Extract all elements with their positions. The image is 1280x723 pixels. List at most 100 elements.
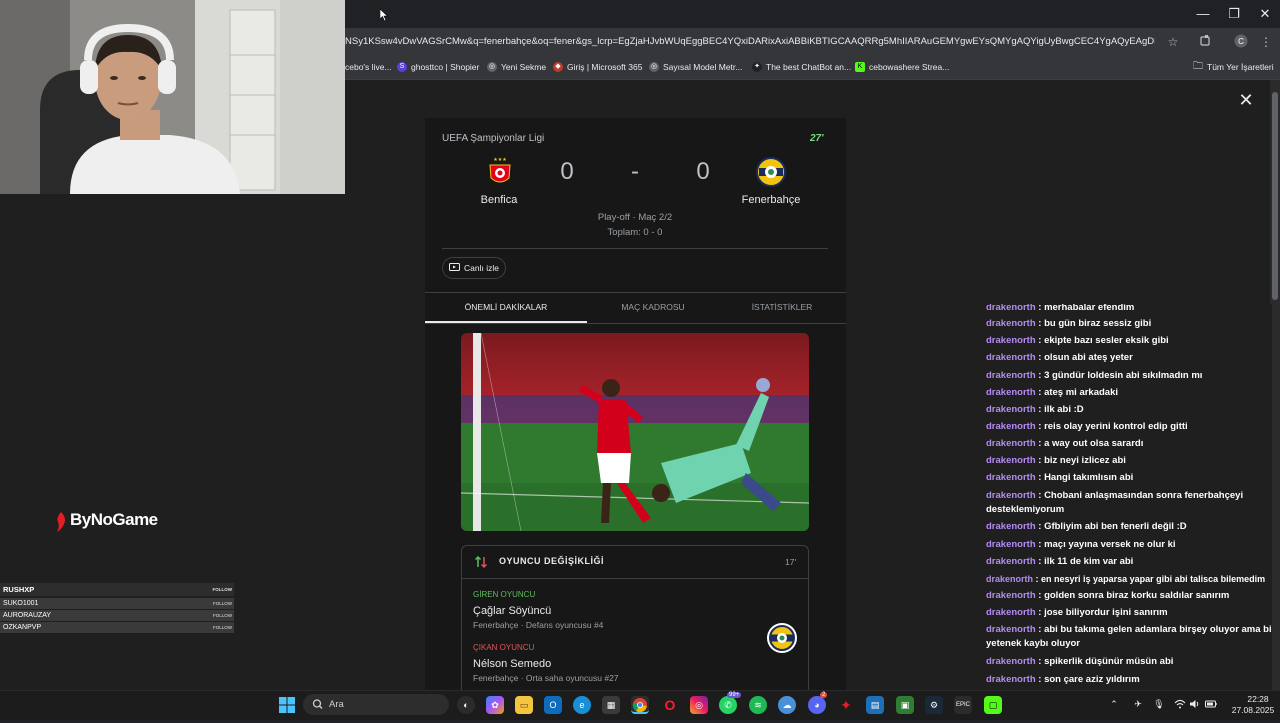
bynogame-app-icon[interactable]: ✦	[837, 696, 855, 714]
player-out-name[interactable]: Nélson Semedo	[473, 658, 551, 670]
steam-icon[interactable]: ⚙	[925, 696, 943, 714]
chat-message: drakenorth : maçı yayına versek ne olur …	[986, 538, 1272, 552]
chat-username: drakenorth	[986, 421, 1036, 432]
chat-text: : merhabalar efendim	[1038, 304, 1135, 313]
bookmark-item[interactable]: Sghosttco | Shopier	[397, 60, 479, 74]
chat-text: : Gfbliyim abi ben fenerli değil :D	[1038, 521, 1187, 532]
leaderboard-action: FOLLOW	[212, 601, 232, 606]
bookmark-label: ghosttco | Shopier	[411, 62, 480, 72]
away-team-name[interactable]: Fenerbahçe	[711, 194, 831, 206]
file-explorer-icon[interactable]: ▭	[515, 696, 533, 714]
leaderboard-name: AURORAUZAY	[3, 612, 52, 619]
extensions-icon[interactable]	[1198, 34, 1214, 50]
task-view-icon[interactable]: ◐	[457, 696, 475, 714]
minimize-button[interactable]: —	[1188, 6, 1218, 22]
copilot-icon[interactable]: ✿	[486, 696, 504, 714]
chat-message: drakenorth : ekipte bazı sesler eksik gi…	[986, 334, 1272, 348]
clock-date[interactable]: 27.08.2025	[1228, 705, 1278, 715]
leaderboard-action: FOLLOW	[212, 625, 232, 630]
chat-message: drakenorth : Chobani anlaşmasından sonra…	[986, 489, 1272, 517]
stream-brand: ByNoGame	[70, 510, 158, 529]
chrome-icon[interactable]	[631, 696, 649, 714]
menu-kebab-icon[interactable]: ⋮	[1258, 34, 1274, 50]
clock-time[interactable]: 22:28	[1238, 694, 1278, 704]
discord-icon[interactable]: ◕	[808, 696, 826, 714]
chat-username: drakenorth	[986, 674, 1036, 685]
microphone-icon[interactable]: 🎙	[1153, 698, 1165, 710]
url-field[interactable]: NSy1KSsw4vDwVAGSrCMw&q=fenerbahçe&oq=fen…	[345, 34, 1155, 50]
leaderboard-action: FOLLOW	[212, 613, 232, 618]
active-tab-indicator	[425, 321, 587, 323]
wifi-icon[interactable]	[1174, 698, 1186, 710]
chat-username: drakenorth	[986, 438, 1036, 449]
taskbar-search[interactable]: Ara	[303, 694, 449, 715]
stream-chat: drakenorth : merhabalar efendim drakenor…	[982, 304, 1272, 690]
bynogame-logo-icon	[52, 510, 70, 534]
bookmark-item[interactable]: Kcebowashere Strea...	[855, 60, 949, 74]
tab-statistics[interactable]: İSTATİSTİKLER	[712, 302, 852, 312]
all-bookmarks-folder[interactable]: 🗀 Tüm Yer İşaretleri	[1193, 60, 1274, 74]
bookmark-item[interactable]: ✦ The best ChatBot an...	[752, 60, 851, 74]
streaming-app-icon[interactable]: ▢	[984, 696, 1002, 714]
terminal-icon[interactable]: ▤	[866, 696, 884, 714]
spotify-icon[interactable]: ≋	[749, 696, 767, 714]
bookmark-star-icon[interactable]: ☆	[1165, 34, 1181, 50]
chat-text: : ekipte bazı sesler eksik gibi	[1038, 335, 1169, 346]
store-icon[interactable]: ▦	[602, 696, 620, 714]
photos-icon[interactable]: ▣	[896, 696, 914, 714]
chat-text: : olsun abi ateş yeter	[1038, 352, 1133, 363]
instagram-icon[interactable]: ◎	[690, 696, 708, 714]
bookmark-item[interactable]: ◎ Sayısal Model Metr...	[649, 60, 742, 74]
chat-username: drakenorth	[986, 521, 1036, 532]
benfica-crest-icon[interactable]: ★★★	[485, 156, 515, 188]
chat-username: drakenorth	[986, 624, 1036, 635]
edge-icon[interactable]: e	[573, 696, 591, 714]
chat-text: : bu gün biraz sessiz gibi	[1038, 318, 1152, 329]
tab-lineup[interactable]: MAÇ KADROSU	[583, 302, 723, 312]
bookmark-label: cebo's live...	[345, 62, 392, 72]
profile-avatar-icon[interactable]: C	[1233, 34, 1249, 50]
watch-live-button[interactable]: Canlı izle	[442, 257, 506, 279]
battery-icon[interactable]	[1205, 698, 1217, 710]
start-button[interactable]	[278, 696, 296, 714]
bookmark-item[interactable]: ◆ Giriş | Microsoft 365	[553, 60, 642, 74]
leaderboard-name: SUKO1001	[3, 600, 39, 607]
chat-text: : 3 gündür loldesin abi sıkılmadın mı	[1038, 370, 1203, 381]
restore-button[interactable]: ❐	[1219, 6, 1249, 22]
player-in-name[interactable]: Çağlar Söyüncü	[473, 605, 551, 617]
tab-key-moments[interactable]: ÖNEMLİ DAKİKALAR	[436, 302, 576, 312]
bookmark-item[interactable]: ◎ Yeni Sekme	[487, 60, 546, 74]
chat-text: : ateş mi arkadaki	[1038, 387, 1119, 398]
leaderboard-row: AURORAUZAY FOLLOW	[0, 610, 234, 621]
chat-app-icon[interactable]: ☁	[778, 696, 796, 714]
chatbot-icon: ✦	[752, 62, 762, 72]
opera-icon[interactable]: O	[661, 696, 679, 714]
chat-message: drakenorth : ilk 11 de kim var abi	[986, 555, 1272, 569]
divider	[442, 248, 828, 249]
folder-icon: 🗀	[1193, 61, 1203, 72]
tray-chevron-icon[interactable]: ⌃	[1108, 698, 1120, 710]
close-window-button[interactable]: ✕	[1250, 6, 1280, 22]
player-in-detail: Fenerbahçe · Defans oyuncusu #4	[473, 620, 604, 630]
bookmark-label: Sayısal Model Metr...	[663, 62, 743, 72]
tray-app-icon[interactable]: ✈	[1132, 698, 1144, 710]
outlook-icon[interactable]: O	[544, 696, 562, 714]
chat-username: drakenorth	[986, 656, 1036, 667]
close-overlay-button[interactable]: ✕	[1236, 90, 1256, 110]
chat-username: drakenorth	[986, 574, 1034, 584]
scrollbar-thumb[interactable]	[1272, 92, 1278, 300]
globe-icon: ◎	[649, 62, 659, 72]
substitution-arrows-icon	[474, 555, 488, 569]
fenerbahce-crest-icon[interactable]	[756, 156, 786, 188]
volume-icon[interactable]	[1189, 698, 1201, 710]
match-photo[interactable]	[461, 333, 809, 531]
chat-username: drakenorth	[986, 490, 1036, 501]
home-team-name[interactable]: Benfica	[439, 194, 559, 206]
chat-message: drakenorth : 3 gündür loldesin abi sıkıl…	[986, 369, 1272, 383]
kick-icon: K	[855, 62, 865, 72]
bookmark-item[interactable]: cebo's live...	[345, 60, 392, 74]
search-label: Ara	[329, 699, 344, 710]
shopier-icon: S	[397, 62, 407, 72]
whatsapp-icon[interactable]: ✆	[719, 696, 737, 714]
epic-games-icon[interactable]: EPIC	[954, 696, 972, 714]
